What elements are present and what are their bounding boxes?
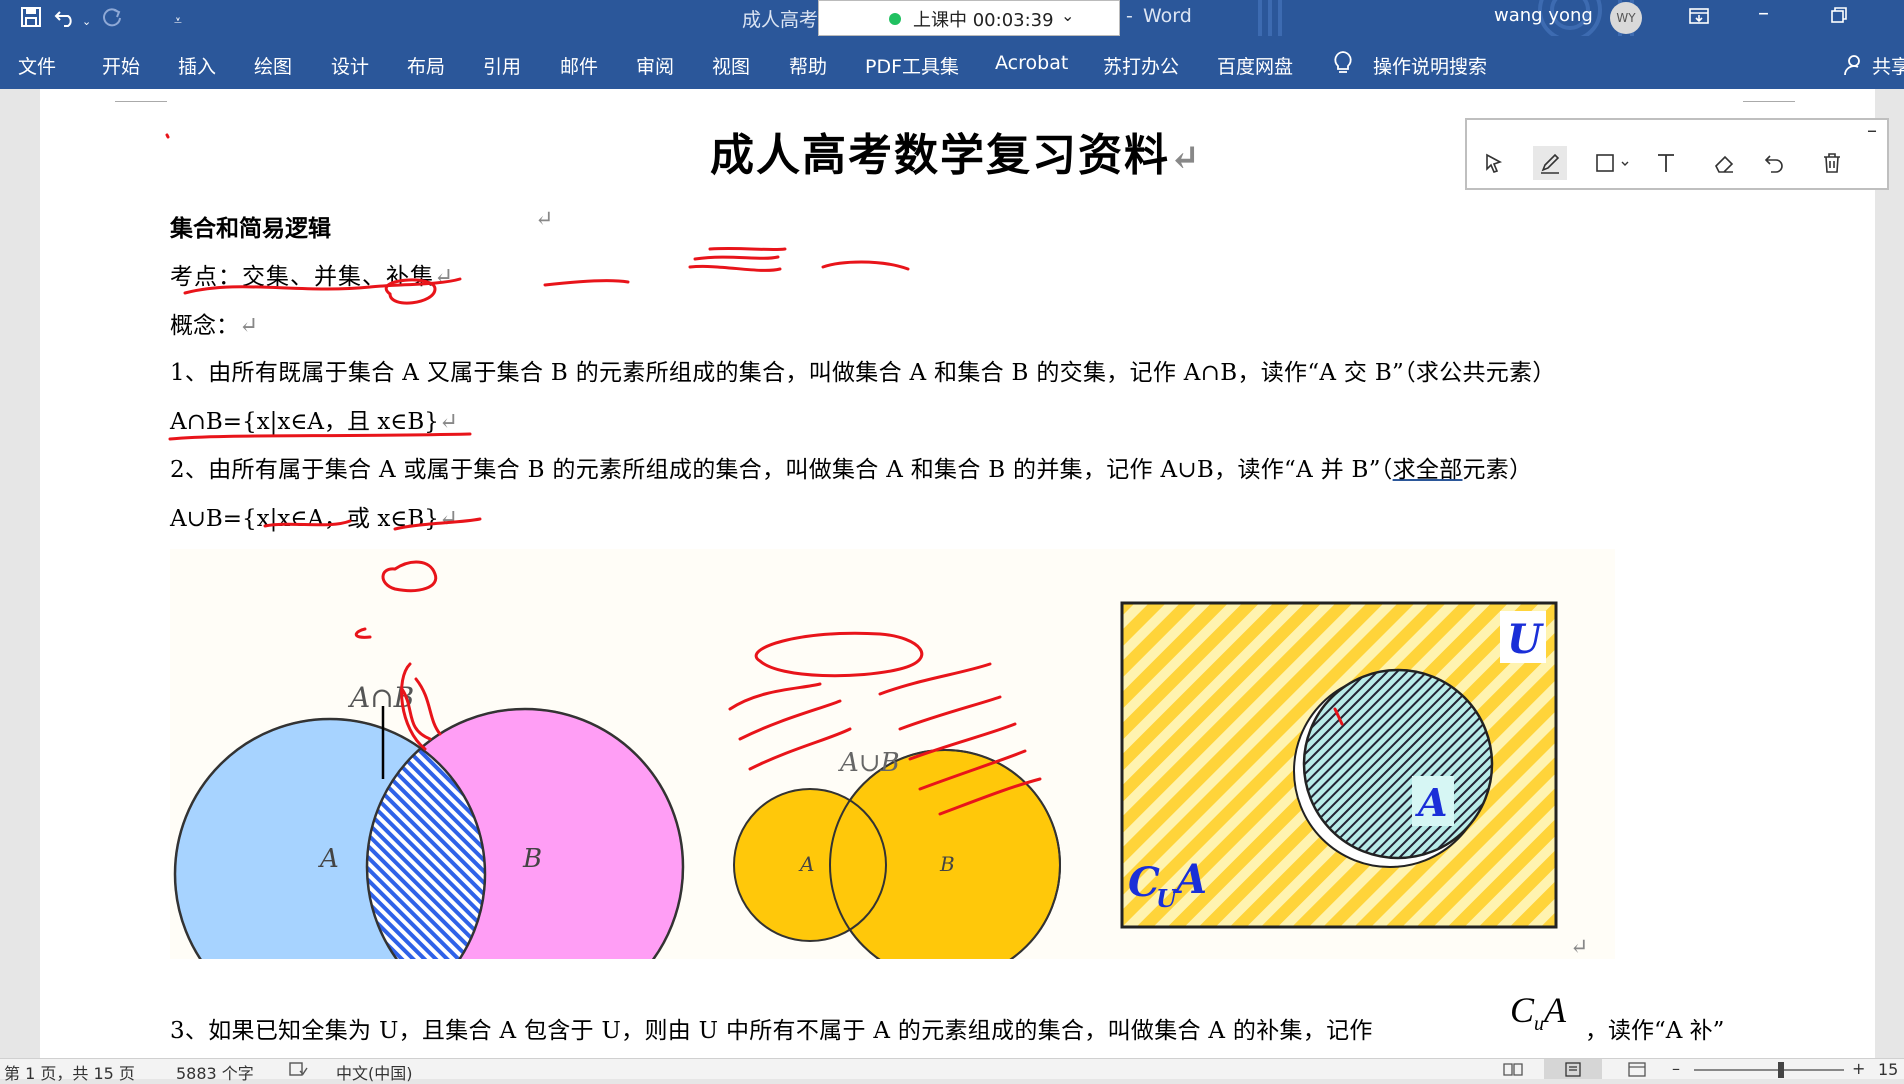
zoom-out-button[interactable]: –	[1672, 1059, 1680, 1078]
minimize-icon[interactable]: –	[1758, 2, 1769, 26]
page-count[interactable]: 第 1 页，共 15 页	[4, 1060, 135, 1084]
language-indicator[interactable]: 中文(中国)	[336, 1060, 413, 1084]
zoom-in-button[interactable]: +	[1852, 1059, 1865, 1078]
pen-icon[interactable]	[1533, 146, 1567, 180]
toolbar-minimize-button[interactable]: –	[1867, 118, 1877, 142]
document-page[interactable]: 成人高考数学复习资料↵ 集合和简易逻辑 ↵ 考点：交集、并集、补集↵ 概念：↵ …	[40, 89, 1875, 1069]
timer-label: 上课中 00:03:39	[913, 10, 1054, 31]
avatar[interactable]: WY	[1610, 2, 1642, 34]
tab-mailings[interactable]: 邮件	[560, 52, 598, 79]
lightbulb-icon[interactable]	[1332, 50, 1354, 80]
tell-me-search[interactable]: 操作说明搜索	[1373, 52, 1487, 79]
web-layout-icon[interactable]	[1626, 1061, 1648, 1081]
delete-icon[interactable]	[1815, 146, 1849, 180]
status-bar: 第 1 页，共 15 页 5883 个字 中文(中国) – + 15	[0, 1058, 1904, 1083]
tab-baidu-netdisk[interactable]: 百度网盘	[1217, 52, 1293, 79]
save-icon[interactable]	[20, 6, 42, 34]
title-separator: -	[1126, 5, 1133, 27]
zoom-slider-thumb[interactable]	[1778, 1062, 1784, 1078]
ribbon-tabs: 文件 开始 插入 绘图 设计 布局 引用 邮件 审阅 视图 帮助 PDF工具集 …	[0, 36, 1904, 89]
undo-dropdown-icon[interactable]: ⌄	[82, 10, 91, 34]
print-layout-button[interactable]	[1544, 1059, 1602, 1079]
user-name[interactable]: wang yong	[1494, 5, 1593, 26]
proofing-icon[interactable]	[288, 1061, 308, 1081]
document-title: 成人高考	[742, 9, 819, 31]
text-icon[interactable]	[1649, 146, 1683, 180]
title-bar: ⌄ ⩡ 成人高考 - Word wang yong WY – 上课中 00:03…	[0, 0, 1904, 36]
recording-dot-icon	[889, 13, 901, 25]
ink-toolbar: –	[1465, 118, 1889, 190]
document-area: 成人高考数学复习资料↵ 集合和简易逻辑 ↵ 考点：交集、并集、补集↵ 概念：↵ …	[0, 89, 1904, 1069]
tab-review[interactable]: 审阅	[636, 52, 674, 79]
tab-suda-office[interactable]: 苏打办公	[1103, 52, 1179, 79]
tab-draw[interactable]: 绘图	[254, 52, 292, 79]
tab-pdf-tools[interactable]: PDF工具集	[865, 52, 959, 79]
class-timer[interactable]: 上课中 00:03:39 ⌄	[818, 0, 1120, 36]
eraser-icon[interactable]	[1707, 146, 1741, 180]
tab-acrobat[interactable]: Acrobat	[995, 52, 1068, 74]
undo-icon[interactable]	[54, 6, 78, 34]
tab-references[interactable]: 引用	[483, 52, 521, 79]
zoom-slider[interactable]	[1694, 1062, 1844, 1078]
redo-icon[interactable]	[100, 6, 124, 34]
tab-design[interactable]: 设计	[331, 52, 369, 79]
undo-icon[interactable]	[1757, 146, 1791, 180]
word-count[interactable]: 5883 个字	[176, 1060, 254, 1084]
zoom-level[interactable]: 15	[1878, 1060, 1898, 1079]
customize-quick-access-icon[interactable]: ⩡	[174, 9, 182, 33]
tab-file[interactable]: 文件	[18, 52, 56, 79]
tab-layout[interactable]: 布局	[407, 52, 445, 79]
restore-icon[interactable]	[1830, 6, 1848, 30]
tab-insert[interactable]: 插入	[178, 52, 216, 79]
app-name: Word	[1143, 5, 1192, 27]
tab-help[interactable]: 帮助	[789, 52, 827, 79]
background-decoration	[1258, 0, 1634, 36]
read-mode-icon[interactable]	[1502, 1061, 1524, 1081]
share-button[interactable]: 共享	[1872, 52, 1904, 79]
share-icon[interactable]	[1844, 54, 1866, 80]
tab-view[interactable]: 视图	[712, 52, 750, 79]
shape-icon[interactable]	[1591, 146, 1637, 180]
ink-annotations-layer	[165, 133, 1344, 816]
tab-home[interactable]: 开始	[102, 52, 140, 79]
ribbon-display-options-icon[interactable]	[1688, 6, 1710, 32]
chevron-down-icon[interactable]: ⌄	[1061, 6, 1074, 25]
select-icon[interactable]	[1477, 146, 1511, 180]
